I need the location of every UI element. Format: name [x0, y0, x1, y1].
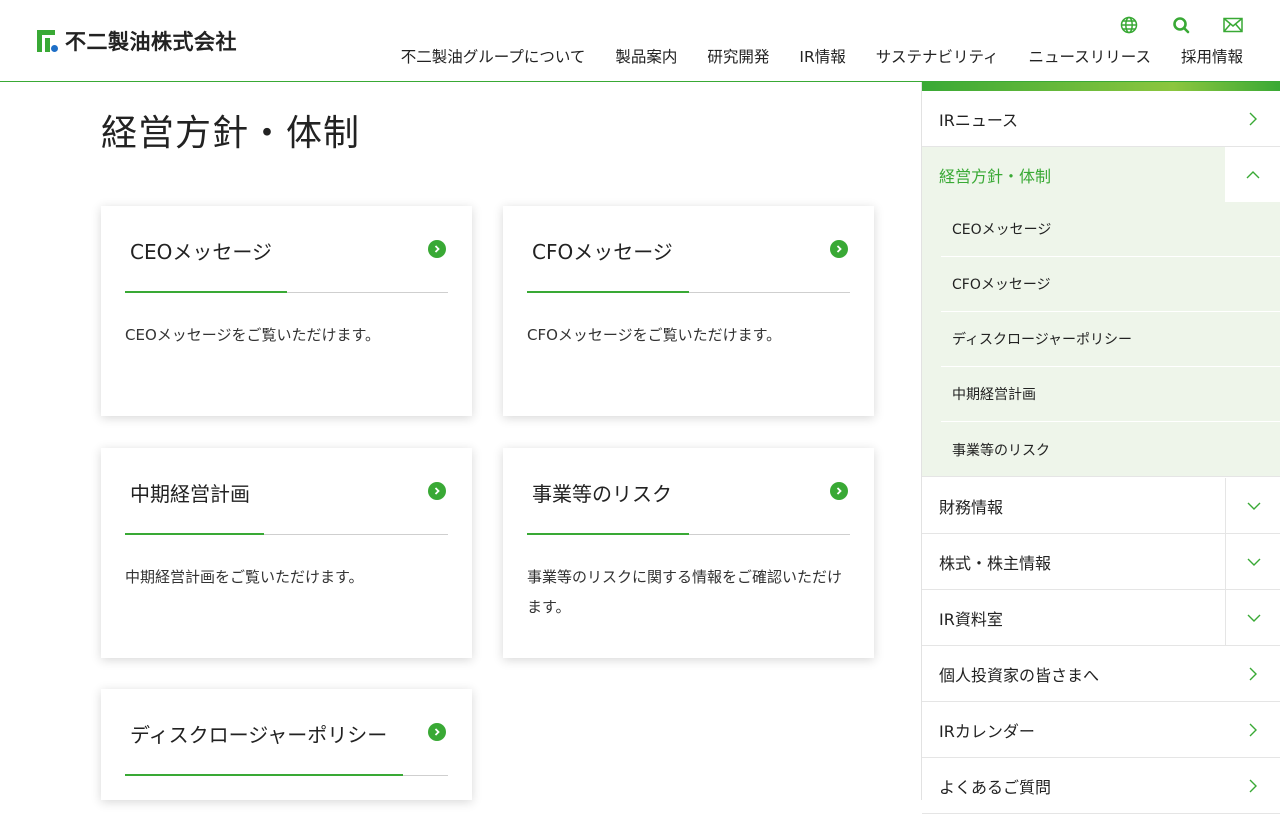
- nav-ir[interactable]: IR情報: [799, 45, 845, 67]
- chevron-down-icon[interactable]: [1225, 478, 1280, 533]
- sidebar-item-ir-calendar[interactable]: IRカレンダー: [922, 702, 1280, 758]
- utility-icons: [1118, 14, 1244, 36]
- chevron-right-circle-icon: [428, 482, 446, 500]
- sidebar-item-label: 個人投資家の皆さまへ: [939, 665, 1100, 685]
- logo-text: 不二製油株式会社: [65, 30, 237, 54]
- global-nav: 不二製油グループについて 製品案内 研究開発 IR情報 サステナビリティ ニュー…: [401, 45, 1243, 67]
- sidebar-item-financial[interactable]: 財務情報: [922, 478, 1280, 534]
- sidebar-item-label: IRニュース: [939, 110, 1019, 130]
- chevron-right-icon: [1225, 646, 1280, 701]
- sidebar-item-stock[interactable]: 株式・株主情報: [922, 534, 1280, 590]
- submenu-item-mid-term-plan[interactable]: 中期経営計画: [941, 367, 1280, 422]
- card-mid-term-plan[interactable]: 中期経営計画 中期経営計画をご覧いただけます。: [101, 448, 472, 658]
- card-divider: [125, 533, 448, 535]
- card-divider: [125, 291, 448, 293]
- card-description: 事業等のリスクに関する情報をご確認いただけます。: [527, 568, 843, 616]
- search-icon[interactable]: [1170, 14, 1192, 36]
- nav-news[interactable]: ニュースリリース: [1029, 45, 1151, 67]
- logo-mark-icon: [37, 30, 59, 52]
- sidebar-item-label: 経営方針・体制: [922, 147, 1225, 202]
- sidebar-submenu: CEOメッセージ CFOメッセージ ディスクロージャーポリシー 中期経営計画 事…: [922, 202, 1280, 477]
- card-title: 中期経営計画: [130, 482, 250, 506]
- submenu-item-disclosure-policy[interactable]: ディスクロージャーポリシー: [941, 312, 1280, 367]
- submenu-item-cfo-message[interactable]: CFOメッセージ: [941, 257, 1280, 312]
- sidebar-item-ir-news[interactable]: IRニュース: [922, 91, 1280, 147]
- logo[interactable]: 不二製油株式会社: [37, 28, 237, 54]
- card-description: CEOメッセージをご覧いただけます。: [125, 326, 380, 344]
- card-title: CFOメッセージ: [532, 240, 673, 264]
- card-description: CFOメッセージをご覧いただけます。: [527, 326, 782, 344]
- nav-products[interactable]: 製品案内: [615, 45, 677, 67]
- chevron-right-icon: [1225, 758, 1280, 813]
- card-disclosure-policy[interactable]: ディスクロージャーポリシー: [101, 689, 472, 800]
- sidebar-item-label: IRカレンダー: [939, 721, 1035, 741]
- card-title: CEOメッセージ: [130, 240, 272, 264]
- card-cfo-message[interactable]: CFOメッセージ CFOメッセージをご覧いただけます。: [503, 206, 874, 416]
- chevron-down-icon[interactable]: [1225, 534, 1280, 589]
- chevron-right-circle-icon: [830, 482, 848, 500]
- sidebar-item-label: IR資料室: [939, 609, 1003, 629]
- card-title: 事業等のリスク: [532, 482, 672, 506]
- mail-icon[interactable]: [1222, 14, 1244, 36]
- chevron-right-icon: [1225, 702, 1280, 757]
- nav-recruit[interactable]: 採用情報: [1181, 45, 1243, 67]
- card-divider: [125, 774, 448, 776]
- sidebar-item-label: よくあるご質問: [939, 777, 1052, 797]
- sidebar-item-individual-investors[interactable]: 個人投資家の皆さまへ: [922, 646, 1280, 702]
- card-title: ディスクロージャーポリシー: [130, 723, 388, 747]
- chevron-up-icon[interactable]: [1225, 147, 1280, 202]
- nav-about[interactable]: 不二製油グループについて: [401, 45, 586, 67]
- card-divider: [527, 291, 850, 293]
- sidebar-item-faq[interactable]: よくあるご質問: [922, 758, 1280, 814]
- chevron-right-icon: [1225, 91, 1280, 146]
- site-header: 不二製油株式会社 不二製油グループについて 製品案内 研究開発 IR情報 サステ…: [0, 0, 1280, 82]
- sidebar-item-policy[interactable]: 経営方針・体制: [922, 147, 1280, 203]
- sidebar-accent-bar: [922, 82, 1280, 91]
- ir-sidebar: IRニュース 経営方針・体制 CEOメッセージ CFOメッセージ ディスクロージ…: [921, 82, 1280, 814]
- chevron-right-circle-icon: [830, 240, 848, 258]
- nav-sustainability[interactable]: サステナビリティ: [876, 45, 999, 67]
- submenu-item-business-risks[interactable]: 事業等のリスク: [941, 422, 1280, 477]
- sidebar-item-label: 株式・株主情報: [939, 553, 1052, 573]
- card-ceo-message[interactable]: CEOメッセージ CEOメッセージをご覧いただけます。: [101, 206, 472, 416]
- card-description: 中期経営計画をご覧いただけます。: [125, 568, 364, 586]
- card-divider: [527, 533, 850, 535]
- submenu-item-ceo-message[interactable]: CEOメッセージ: [941, 202, 1280, 257]
- chevron-right-circle-icon: [428, 240, 446, 258]
- sidebar-item-ir-library[interactable]: IR資料室: [922, 590, 1280, 646]
- globe-icon[interactable]: [1118, 14, 1140, 36]
- chevron-right-circle-icon: [428, 723, 446, 741]
- page-title: 経営方針・体制: [101, 113, 361, 154]
- card-business-risks[interactable]: 事業等のリスク 事業等のリスクに関する情報をご確認いただけます。: [503, 448, 874, 658]
- chevron-down-icon[interactable]: [1225, 590, 1280, 645]
- nav-research[interactable]: 研究開発: [707, 45, 769, 67]
- sidebar-item-label: 財務情報: [939, 497, 1004, 517]
